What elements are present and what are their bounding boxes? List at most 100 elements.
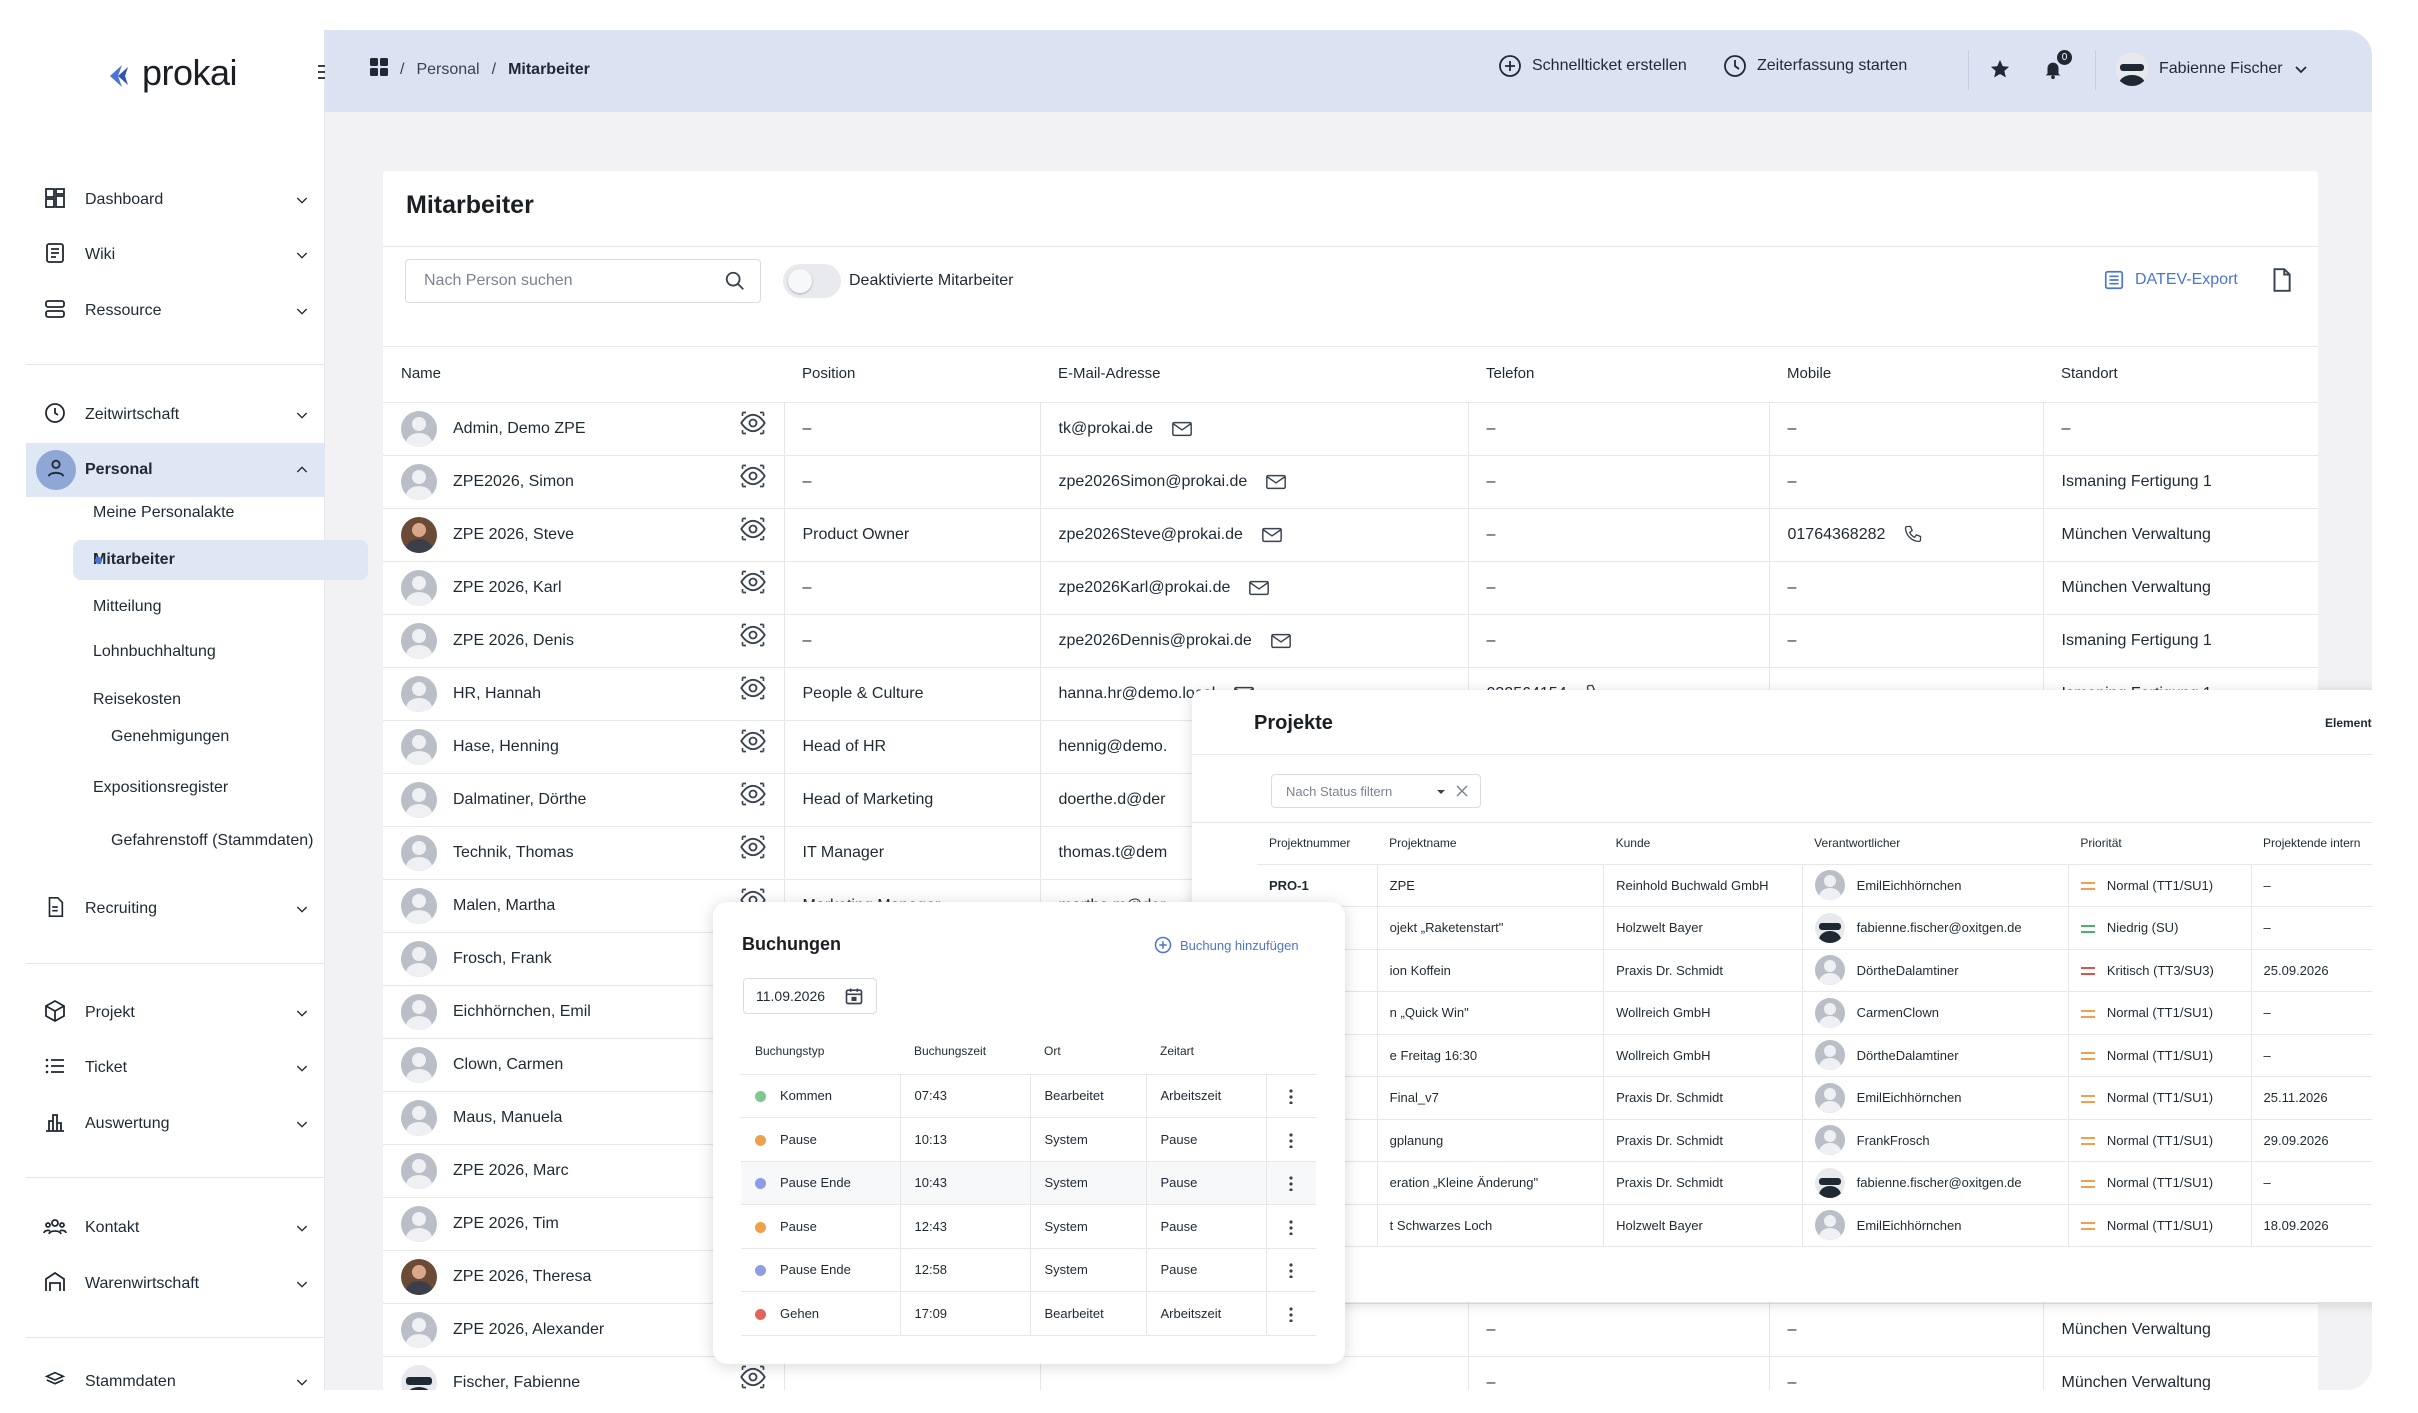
view-details-icon[interactable] bbox=[739, 1363, 767, 1391]
more-options-icon[interactable] bbox=[1289, 1218, 1294, 1235]
employee-name[interactable]: ZPE 2026, Marc bbox=[453, 1162, 569, 1180]
table-row[interactable]: ion Koffein Praxis Dr. Schmidt DörtheDalam… bbox=[1257, 949, 2372, 992]
sidebar-subitem-mitarbeiter[interactable]: Mitarbeiter bbox=[73, 540, 368, 580]
sidebar-item-projekt[interactable]: Projekt bbox=[26, 986, 325, 1040]
column-header[interactable]: Priorität bbox=[2068, 822, 2252, 865]
employee-name[interactable]: Clown, Carmen bbox=[453, 1056, 563, 1074]
sidebar-item-stammdaten[interactable]: Stammdaten bbox=[26, 1355, 325, 1390]
view-details-icon[interactable] bbox=[739, 568, 767, 596]
user-menu[interactable]: Fabienne Fischer bbox=[2115, 52, 2309, 86]
employee-name[interactable]: Malen, Martha bbox=[453, 897, 555, 915]
view-details-icon[interactable] bbox=[739, 621, 767, 649]
table-row[interactable]: eration „Kleine Änderung" Praxis Dr. Schm… bbox=[1257, 1161, 2372, 1205]
sidebar-subitem-expositionsregister[interactable]: Expositionsregister bbox=[93, 768, 228, 808]
mail-icon[interactable] bbox=[1265, 471, 1287, 493]
employee-name[interactable]: ZPE 2026, Tim bbox=[453, 1215, 559, 1233]
table-row[interactable]: ZPE 2026, Denis – zpe2026Dennis@prokai.de –… bbox=[383, 614, 2318, 668]
table-row[interactable]: PRO-1 ZPE Reinhold Buchwald GmbH EmilEichhö… bbox=[1257, 864, 2372, 907]
sidebar-subitem-genehmigungen[interactable]: Genehmigungen bbox=[111, 717, 229, 757]
table-row[interactable]: gplanung Praxis Dr. Schmidt FrankFrosch Nor… bbox=[1257, 1119, 2372, 1162]
add-booking-button[interactable]: Buchung hinzufügen bbox=[1154, 936, 1299, 954]
column-header[interactable]: E-Mail-Adresse bbox=[1040, 346, 1468, 403]
employee-name[interactable]: ZPE 2026, Denis bbox=[453, 632, 574, 650]
employee-name[interactable]: Technik, Thomas bbox=[453, 844, 574, 862]
sidebar-subitem-mitteilung[interactable]: Mitteilung bbox=[93, 587, 161, 627]
booking-date-field[interactable]: 11.09.2026 bbox=[743, 978, 877, 1014]
employee-name[interactable]: ZPE 2026, Alexander bbox=[453, 1321, 604, 1339]
sidebar-subitem-lohnbuchhaltung[interactable]: Lohnbuchhaltung bbox=[93, 632, 216, 672]
sidebar-item-auswertung[interactable]: Auswertung bbox=[26, 1097, 325, 1151]
column-header[interactable]: Buchungstyp bbox=[741, 1028, 900, 1075]
view-details-icon[interactable] bbox=[739, 674, 767, 702]
column-header[interactable]: Verantwortlicher bbox=[1802, 822, 2069, 865]
employee-name[interactable]: Frosch, Frank bbox=[453, 950, 552, 968]
table-row[interactable]: Final_v7 Praxis Dr. Schmidt EmilEichhörnch… bbox=[1257, 1076, 2372, 1120]
employee-name[interactable]: ZPE 2026, Karl bbox=[453, 579, 562, 597]
logo[interactable]: prokai bbox=[106, 48, 238, 98]
phone-icon[interactable] bbox=[1903, 524, 1925, 546]
notification-bell-icon[interactable]: 0 bbox=[2038, 50, 2072, 84]
file-export-icon[interactable] bbox=[2268, 267, 2294, 293]
sidebar-item-dashboard[interactable]: Dashboard bbox=[26, 173, 325, 227]
mail-icon[interactable] bbox=[1261, 524, 1283, 546]
sidebar-item-ticket[interactable]: Ticket bbox=[26, 1041, 325, 1095]
column-header[interactable]: Name bbox=[383, 346, 784, 403]
clear-icon[interactable] bbox=[1454, 783, 1470, 799]
table-row[interactable]: ZPE 2026, Steve Product Owner zpe2026Steve… bbox=[383, 508, 2318, 562]
view-details-icon[interactable] bbox=[739, 780, 767, 808]
status-filter-select[interactable]: Nach Status filtern bbox=[1271, 774, 1481, 808]
table-row[interactable]: ojekt „Raketenstart" Holzwelt Bayer fabien… bbox=[1257, 906, 2372, 950]
sidebar-item-personal[interactable]: Personal bbox=[26, 443, 325, 497]
employee-name[interactable]: ZPE 2026, Steve bbox=[453, 526, 574, 544]
table-row[interactable]: n „Quick Win" Wollreich GmbH CarmenClown No… bbox=[1257, 991, 2372, 1035]
sidebar-subitem-gefahrenstoff-stammdaten-[interactable]: Gefahrenstoff (Stammdaten) bbox=[111, 821, 313, 861]
table-row[interactable]: Kommen 07:43 Bearbeitet Arbeitszeit bbox=[741, 1074, 1316, 1118]
more-options-icon[interactable] bbox=[1289, 1305, 1294, 1322]
employee-name[interactable]: Maus, Manuela bbox=[453, 1109, 562, 1127]
column-header[interactable]: Position bbox=[784, 346, 1040, 403]
view-details-icon[interactable] bbox=[739, 409, 767, 437]
apps-grid-icon[interactable] bbox=[370, 58, 388, 81]
column-header[interactable]: Kunde bbox=[1603, 822, 1803, 865]
datev-export-button[interactable]: DATEV-Export bbox=[2103, 269, 2238, 291]
employee-name[interactable]: Eichhörnchen, Emil bbox=[453, 1003, 591, 1021]
sidebar-item-warenwirtschaft[interactable]: Warenwirtschaft bbox=[26, 1257, 325, 1311]
time-tracking-button[interactable]: Zeiterfassung starten bbox=[1723, 54, 1907, 78]
view-details-icon[interactable] bbox=[739, 462, 767, 490]
sidebar-item-ressource[interactable]: Ressource bbox=[26, 284, 325, 338]
employee-name[interactable]: ZPE 2026, Theresa bbox=[453, 1268, 591, 1286]
table-row[interactable]: Pause 12:43 System Pause bbox=[741, 1204, 1316, 1249]
column-header[interactable]: Mobile bbox=[1769, 346, 2043, 403]
column-header[interactable]: Zeitart bbox=[1146, 1028, 1266, 1075]
employee-name[interactable]: Dalmatiner, Dörthe bbox=[453, 791, 586, 809]
sidebar-item-kontakt[interactable]: Kontakt bbox=[26, 1201, 325, 1255]
employee-name[interactable]: ZPE2026, Simon bbox=[453, 473, 574, 491]
table-row[interactable]: e Freitag 16:30 Wollreich GmbH DörtheDalam… bbox=[1257, 1034, 2372, 1077]
column-header[interactable]: Projektende intern bbox=[2251, 822, 2372, 865]
column-header[interactable]: Standort bbox=[2043, 346, 2318, 403]
mail-icon[interactable] bbox=[1171, 418, 1193, 440]
column-header[interactable]: Telefon bbox=[1468, 346, 1769, 403]
quick-ticket-button[interactable]: Schnellticket erstellen bbox=[1498, 54, 1687, 78]
table-row[interactable]: t Schwarzes Loch Holzwelt Bayer EmilEichhö… bbox=[1257, 1204, 2372, 1247]
column-header[interactable]: Ort bbox=[1030, 1028, 1146, 1075]
column-header[interactable]: Buchungszeit bbox=[900, 1028, 1030, 1075]
employee-name[interactable]: HR, Hannah bbox=[453, 685, 541, 703]
sidebar-item-wiki[interactable]: Wiki bbox=[26, 228, 325, 282]
sidebar-subitem-reisekosten[interactable]: Reisekosten bbox=[93, 680, 181, 720]
mail-icon[interactable] bbox=[1270, 630, 1292, 652]
table-row[interactable]: Admin, Demo ZPE – tk@prokai.de – – – bbox=[383, 402, 2318, 456]
star-icon[interactable] bbox=[1985, 54, 2015, 84]
table-row[interactable]: Pause Ende 10:43 System Pause bbox=[741, 1161, 1316, 1205]
more-options-icon[interactable] bbox=[1289, 1131, 1294, 1148]
more-options-icon[interactable] bbox=[1289, 1088, 1294, 1105]
sidebar-item-recruiting[interactable]: Recruiting bbox=[26, 882, 325, 936]
table-row[interactable]: Pause 10:13 System Pause bbox=[741, 1117, 1316, 1162]
table-row[interactable]: Gehen 17:09 Bearbeitet Arbeitszeit bbox=[741, 1291, 1316, 1336]
column-header[interactable]: Projektnummer bbox=[1257, 822, 1378, 865]
sidebar-item-zeitwirtschaft[interactable]: Zeitwirtschaft bbox=[26, 388, 325, 442]
view-details-icon[interactable] bbox=[739, 727, 767, 755]
column-header[interactable]: Projektname bbox=[1377, 822, 1604, 865]
view-details-icon[interactable] bbox=[739, 833, 767, 861]
employee-name[interactable]: Admin, Demo ZPE bbox=[453, 420, 585, 438]
